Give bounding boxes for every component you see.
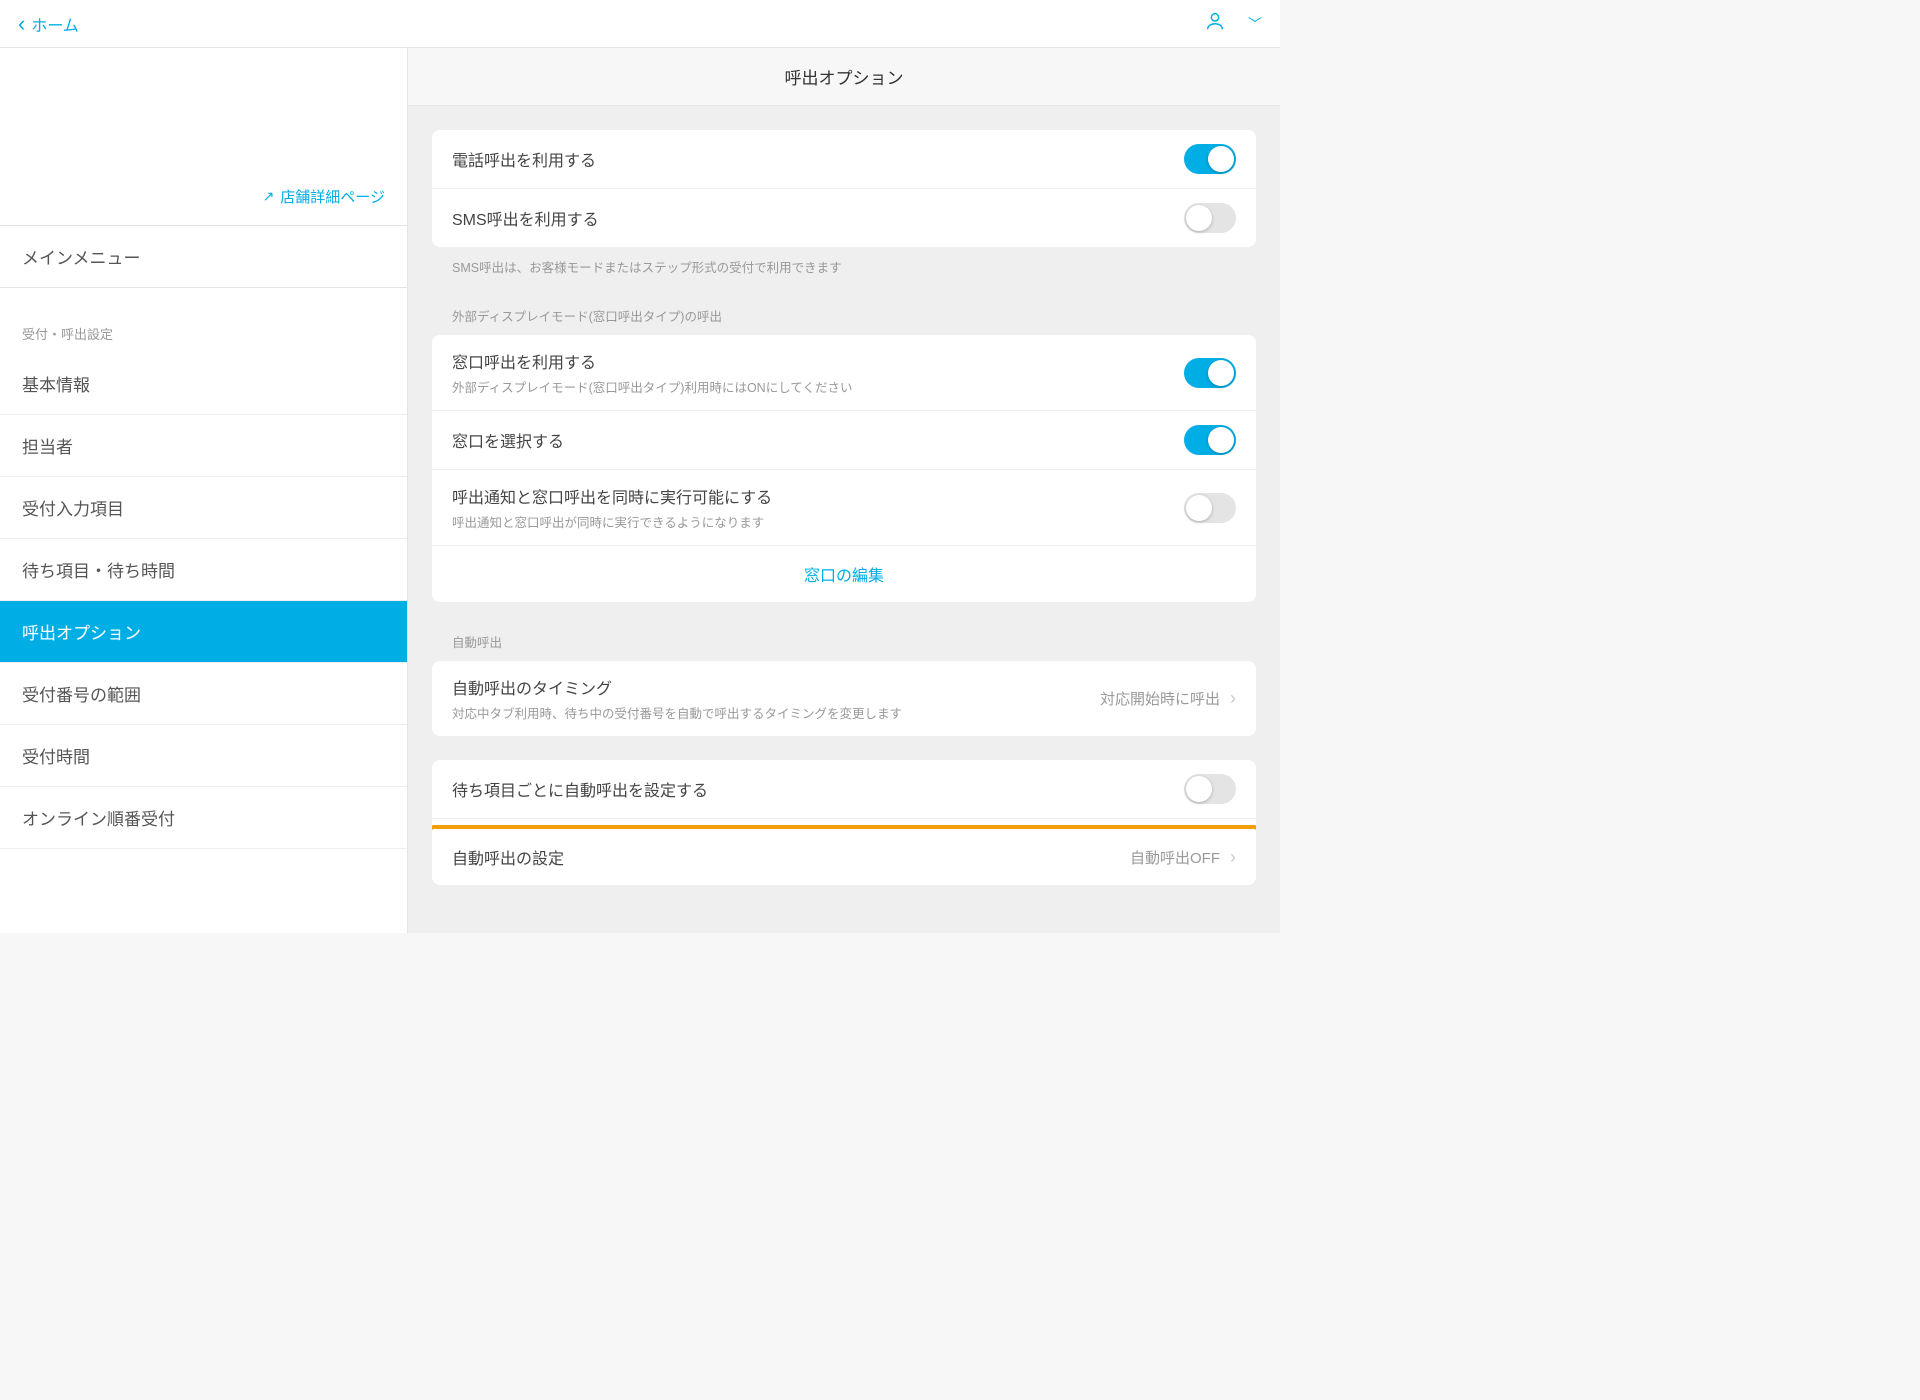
user-icon[interactable] <box>1204 10 1226 37</box>
card-window-call: 窓口呼出を利用する 外部ディスプレイモード(窓口呼出タイプ)利用時にはONにして… <box>432 335 1256 602</box>
chevron-right-icon: › <box>1230 688 1236 709</box>
chevron-right-icon: › <box>1230 847 1236 868</box>
row-title: 自動呼出のタイミング <box>452 675 1100 699</box>
card-call-methods: 電話呼出を利用する SMS呼出を利用する <box>432 130 1256 247</box>
sidebar-item-basic-info[interactable]: 基本情報 <box>0 353 407 415</box>
sidebar-main-menu[interactable]: メインメニュー <box>0 226 407 288</box>
back-button[interactable]: ‹ ホーム <box>18 11 79 37</box>
row-title: 呼出通知と窓口呼出を同時に実行可能にする <box>452 484 1184 508</box>
section-label-auto-call: 自動呼出 <box>432 602 1256 661</box>
sidebar-item-staff[interactable]: 担当者 <box>0 415 407 477</box>
toggle-window-select[interactable] <box>1184 425 1236 455</box>
chevron-left-icon: ‹ <box>18 11 25 37</box>
row-sub: 呼出通知と窓口呼出が同時に実行できるようになります <box>452 512 1184 531</box>
row-sub: 外部ディスプレイモード(窓口呼出タイプ)利用時にはONにしてください <box>452 377 1184 396</box>
row-title: SMS呼出を利用する <box>452 206 1184 230</box>
highlight-auto-call-setting: 自動呼出の設定 自動呼出OFF › <box>432 825 1256 885</box>
row-title: 待ち項目ごとに自動呼出を設定する <box>452 777 1184 801</box>
sidebar-item-reception-input[interactable]: 受付入力項目 <box>0 477 407 539</box>
row-phone-call: 電話呼出を利用する <box>432 130 1256 189</box>
external-link-icon: ↗ <box>263 188 275 205</box>
row-auto-call-setting[interactable]: 自動呼出の設定 自動呼出OFF › <box>432 829 1256 885</box>
row-sub: 対応中タブ利用時、待ち中の受付番号を自動で呼出するタイミングを変更します <box>452 703 1100 722</box>
toggle-phone-call[interactable] <box>1184 144 1236 174</box>
topbar-right: ﹀ <box>1204 10 1262 37</box>
card-auto-call-timing: 自動呼出のタイミング 対応中タブ利用時、待ち中の受付番号を自動で呼出するタイミン… <box>432 661 1256 736</box>
row-title: 電話呼出を利用する <box>452 147 1184 171</box>
row-title: 自動呼出の設定 <box>452 845 1130 869</box>
sidebar-item-call-options[interactable]: 呼出オプション <box>0 601 407 663</box>
row-value: 対応開始時に呼出 <box>1100 688 1220 709</box>
sidebar: ↗ 店舗詳細ページ メインメニュー 受付・呼出設定 基本情報 担当者 受付入力項… <box>0 48 408 933</box>
edit-window-link[interactable]: 窓口の編集 <box>804 568 884 585</box>
sidebar-item-number-range[interactable]: 受付番号の範囲 <box>0 663 407 725</box>
row-title: 窓口呼出を利用する <box>452 349 1184 373</box>
sms-footnote: SMS呼出は、お客様モードまたはステップ形式の受付で利用できます <box>432 247 1256 276</box>
page-title: 呼出オプション <box>408 48 1280 106</box>
section-label-display-mode: 外部ディスプレイモード(窓口呼出タイプ)の呼出 <box>432 276 1256 335</box>
row-title: 窓口を選択する <box>452 428 1184 452</box>
sidebar-item-wait-items[interactable]: 待ち項目・待ち時間 <box>0 539 407 601</box>
toggle-window-call[interactable] <box>1184 358 1236 388</box>
card-auto-call-settings: 待ち項目ごとに自動呼出を設定する 自動呼出の設定 自動呼出OFF › <box>432 760 1256 885</box>
back-label: ホーム <box>31 12 79 36</box>
sidebar-top-area: ↗ 店舗詳細ページ <box>0 48 407 226</box>
row-value: 自動呼出OFF <box>1130 847 1220 868</box>
row-simultaneous-call: 呼出通知と窓口呼出を同時に実行可能にする 呼出通知と窓口呼出が同時に実行できるよ… <box>432 470 1256 546</box>
toggle-simultaneous[interactable] <box>1184 493 1236 523</box>
main: 呼出オプション 電話呼出を利用する SMS呼出を利用する SMS呼出は、お客様モ… <box>408 48 1280 933</box>
row-auto-call-timing[interactable]: 自動呼出のタイミング 対応中タブ利用時、待ち中の受付番号を自動で呼出するタイミン… <box>432 661 1256 736</box>
sidebar-section-header: 受付・呼出設定 <box>0 314 407 353</box>
topbar: ‹ ホーム ﹀ <box>0 0 1280 48</box>
row-edit-window: 窓口の編集 <box>432 546 1256 602</box>
sidebar-item-reception-hours[interactable]: 受付時間 <box>0 725 407 787</box>
row-per-item-auto-call: 待ち項目ごとに自動呼出を設定する <box>432 760 1256 819</box>
toggle-per-item[interactable] <box>1184 774 1236 804</box>
chevron-down-icon[interactable]: ﹀ <box>1248 14 1262 34</box>
store-link-label: 店舗詳細ページ <box>280 186 385 207</box>
sidebar-item-online-queue[interactable]: オンライン順番受付 <box>0 787 407 849</box>
row-window-select: 窓口を選択する <box>432 411 1256 470</box>
store-detail-link[interactable]: ↗ 店舗詳細ページ <box>263 186 385 207</box>
row-window-call: 窓口呼出を利用する 外部ディスプレイモード(窓口呼出タイプ)利用時にはONにして… <box>432 335 1256 411</box>
row-sms-call: SMS呼出を利用する <box>432 189 1256 247</box>
toggle-sms-call[interactable] <box>1184 203 1236 233</box>
